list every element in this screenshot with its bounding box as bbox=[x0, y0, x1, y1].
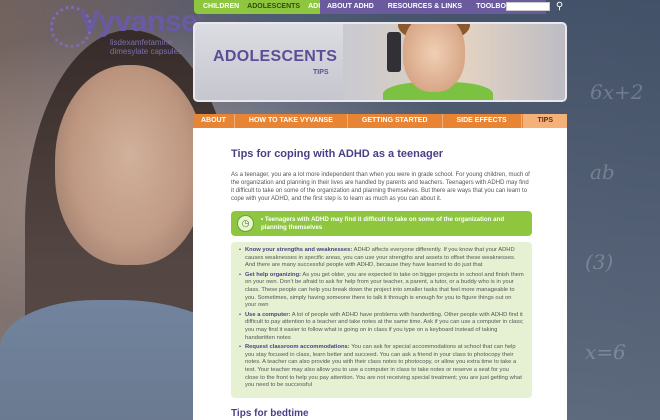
banner-title: ADOLESCENTS bbox=[213, 48, 338, 65]
callout-text: • Teenagers with ADHD may find it diffic… bbox=[261, 215, 505, 231]
list-item: Use a computer: A lot of people with ADH… bbox=[239, 312, 524, 342]
tab-how-to-take[interactable]: HOW TO TAKE VYVANSE bbox=[235, 114, 348, 128]
section-tabs: ABOUT HOW TO TAKE VYVANSE GETTING STARTE… bbox=[193, 114, 567, 128]
tab-getting-started[interactable]: GETTING STARTED bbox=[348, 114, 443, 128]
tab-side-effects[interactable]: SIDE EFFECTS bbox=[443, 114, 522, 128]
list-item: Get help organizing: As you get older, y… bbox=[239, 272, 524, 310]
section-heading-bedtime: Tips for bedtime bbox=[231, 407, 309, 419]
main-content: Tips for coping with ADHD as a teenager … bbox=[193, 128, 567, 420]
list-item: Know your strengths and weaknesses: ADHD… bbox=[239, 247, 524, 270]
logo-subline: lisdexamfetamine dimesylate capsules bbox=[110, 38, 183, 56]
page-banner: ADOLESCENTS TIPS bbox=[193, 22, 567, 102]
logo-name: Vyvanse® bbox=[80, 5, 203, 38]
banner-photo bbox=[343, 24, 565, 100]
search-icon[interactable]: ⚲ bbox=[553, 0, 566, 13]
menu-about-adhd[interactable]: ABOUT ADHD bbox=[320, 0, 381, 14]
tab-about[interactable]: ABOUT bbox=[193, 114, 235, 128]
vyvanse-logo[interactable]: Vyvanse® lisdexamfetamine dimesylate cap… bbox=[50, 2, 203, 57]
phone-icon bbox=[387, 32, 401, 72]
menu-resources-links[interactable]: RESOURCES & LINKS bbox=[381, 0, 469, 14]
callout-box: ◷ • Teenagers with ADHD may find it diff… bbox=[231, 211, 532, 236]
search-input[interactable] bbox=[506, 2, 550, 11]
clock-icon: ◷ bbox=[237, 215, 254, 232]
audience-tab-children[interactable]: CHILDREN bbox=[199, 0, 243, 14]
tips-list: Know your strengths and weaknesses: ADHD… bbox=[231, 242, 532, 398]
content-heading: Tips for coping with ADHD as a teenager bbox=[231, 148, 444, 160]
banner-subtitle: TIPS bbox=[313, 69, 329, 76]
boy-face bbox=[403, 24, 465, 92]
intro-paragraph: As a teenager, you are a lot more indepe… bbox=[231, 172, 530, 202]
audience-tab-adolescents[interactable]: ADOLESCENTS bbox=[243, 0, 304, 14]
tab-tips[interactable]: TIPS bbox=[523, 114, 567, 128]
list-item: Request classroom accommodations: You ca… bbox=[239, 344, 524, 390]
